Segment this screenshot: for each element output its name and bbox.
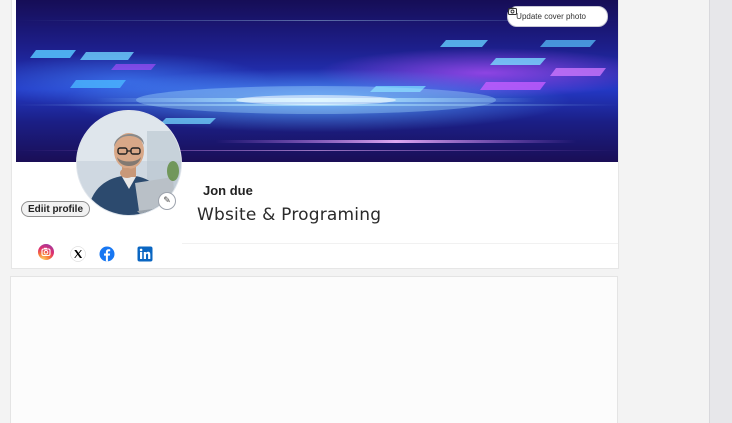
update-cover-photo-button[interactable]: Update cover photo	[507, 6, 608, 27]
instagram-icon[interactable]	[38, 244, 54, 260]
x-icon[interactable]	[70, 246, 86, 262]
camera-icon	[508, 7, 599, 21]
facebook-icon[interactable]	[99, 246, 115, 262]
profile-name: Jon due	[203, 183, 253, 198]
linkedin-icon[interactable]	[137, 246, 153, 262]
right-scroll-rail	[709, 0, 732, 423]
edit-avatar-pencil-icon[interactable]: ✎	[158, 192, 176, 210]
header-divider	[182, 243, 618, 244]
profile-card: Update cover photo ✎ Ediit profile Jon d…	[12, 0, 618, 268]
profile-headline: Wbsite & Programing	[197, 205, 382, 225]
content-card	[11, 277, 617, 423]
update-cover-photo-label: Update cover photo	[516, 12, 586, 21]
edit-profile-button[interactable]: Ediit profile	[21, 201, 90, 217]
